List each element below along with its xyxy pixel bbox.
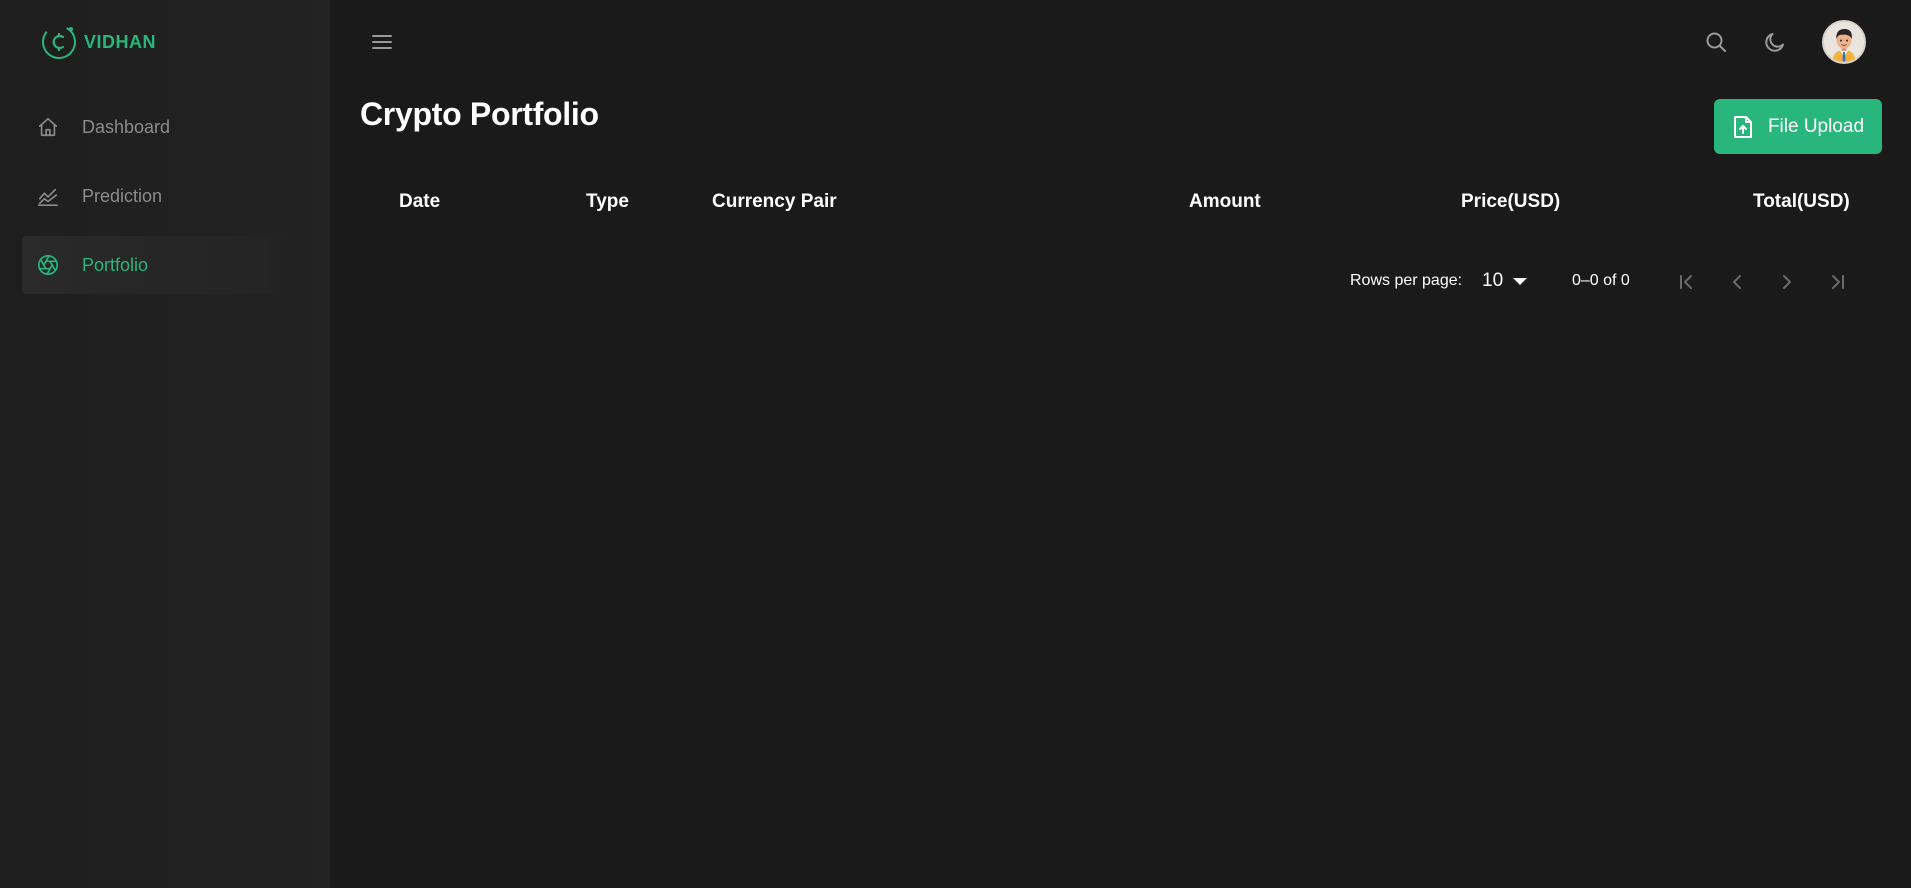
chevron-right-icon xyxy=(1783,275,1791,289)
brand-name: VIDHAN xyxy=(84,31,157,52)
last-page-icon xyxy=(1832,275,1844,289)
column-header-price[interactable]: Price(USD) xyxy=(1461,191,1560,213)
sidebar-item-label: Dashboard xyxy=(82,116,171,137)
search-icon xyxy=(1706,32,1726,52)
chevron-left-icon xyxy=(1733,275,1741,289)
menu-icon xyxy=(372,35,392,49)
sidebar-item-label: Portfolio xyxy=(82,254,149,275)
file-upload-label: File Upload xyxy=(1767,115,1865,137)
column-header-currency-pair[interactable]: Currency Pair xyxy=(712,191,837,213)
page-title: Crypto Portfolio xyxy=(360,96,599,132)
chart-icon xyxy=(36,184,60,208)
brand-logo[interactable]: VIDHAN xyxy=(40,22,156,62)
avatar[interactable] xyxy=(1822,20,1866,64)
first-page-button[interactable] xyxy=(1673,268,1701,296)
menu-toggle-button[interactable] xyxy=(368,28,396,56)
file-upload-icon xyxy=(1733,115,1752,138)
moon-icon xyxy=(1765,33,1784,52)
column-header-date[interactable]: Date xyxy=(399,191,440,213)
user-avatar-icon xyxy=(1824,22,1864,62)
rows-per-page-label: Rows per page: xyxy=(1350,272,1463,289)
app: VIDHAN Dashboard Prediction Portfolio Cr… xyxy=(0,0,1911,888)
column-header-type[interactable]: Type xyxy=(586,191,629,213)
sidebar-item-prediction[interactable]: Prediction xyxy=(22,167,292,225)
previous-page-button[interactable] xyxy=(1723,268,1751,296)
last-page-button[interactable] xyxy=(1823,268,1851,296)
sidebar-nav: Dashboard Prediction Portfolio xyxy=(22,98,292,305)
first-page-icon xyxy=(1680,275,1692,289)
column-header-total[interactable]: Total(USD) xyxy=(1753,191,1850,213)
rows-per-page-value: 10 xyxy=(1482,270,1504,291)
sidebar: VIDHAN Dashboard Prediction Portfolio xyxy=(0,0,330,888)
sidebar-item-dashboard[interactable]: Dashboard xyxy=(22,98,292,156)
logo-icon xyxy=(42,25,76,59)
search-button[interactable] xyxy=(1702,28,1730,56)
sidebar-item-label: Prediction xyxy=(82,185,163,206)
column-header-amount[interactable]: Amount xyxy=(1189,191,1261,213)
table-header: Date Type Currency Pair Amount Price(USD… xyxy=(360,185,1882,219)
caret-down-icon xyxy=(1513,277,1528,285)
file-upload-button[interactable]: File Upload xyxy=(1714,99,1882,154)
sidebar-item-portfolio[interactable]: Portfolio xyxy=(22,236,292,294)
next-page-button[interactable] xyxy=(1773,268,1801,296)
aperture-icon xyxy=(36,253,60,277)
home-icon xyxy=(36,115,60,139)
rows-per-page-select[interactable]: 10 xyxy=(1482,268,1542,294)
pagination-range: 0–0 of 0 xyxy=(1572,272,1630,289)
theme-toggle-button[interactable] xyxy=(1761,28,1789,56)
